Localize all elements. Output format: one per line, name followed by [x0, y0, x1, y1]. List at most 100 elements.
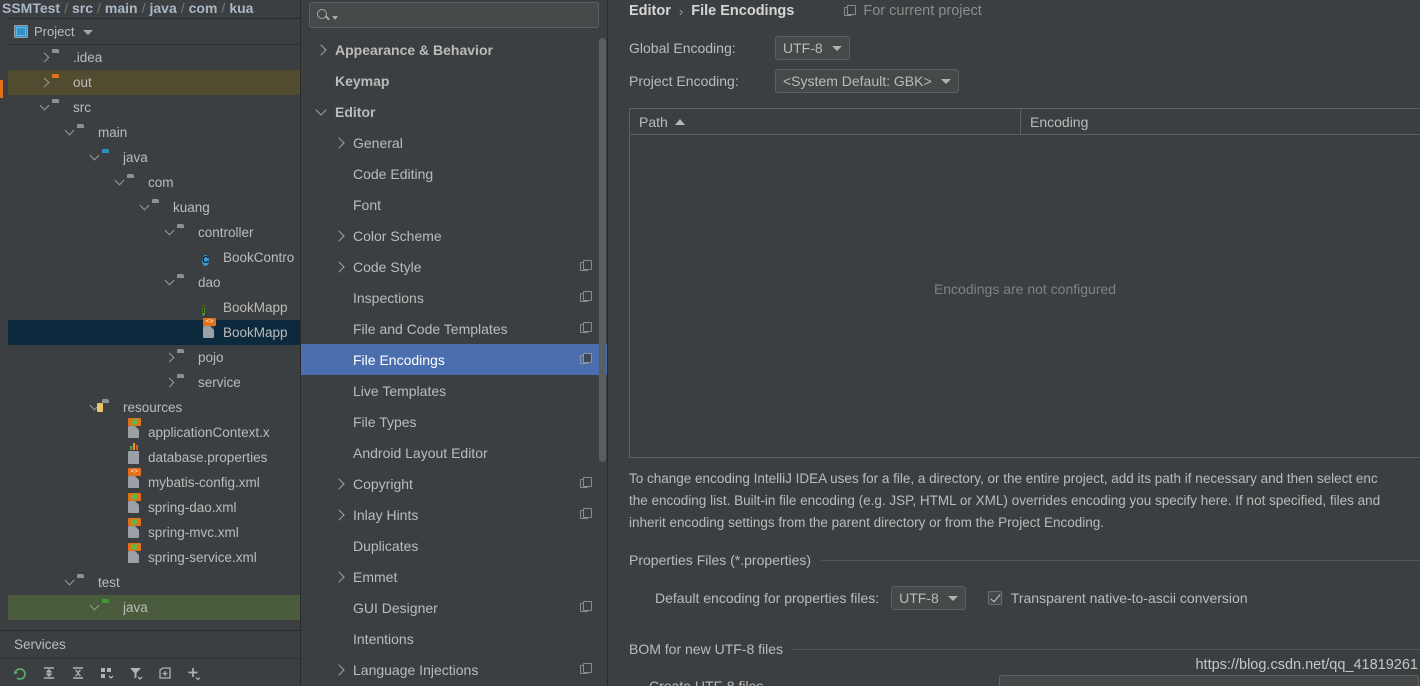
chevron-down-icon[interactable] — [332, 15, 338, 20]
settings-nav-item-live-templates[interactable]: Live Templates — [301, 375, 607, 406]
expand-all-icon[interactable] — [41, 665, 57, 681]
chevron-down-icon[interactable] — [83, 30, 94, 35]
chevron-right-icon[interactable] — [164, 351, 177, 364]
tree-row[interactable]: controller — [0, 220, 300, 245]
chevron-down-icon[interactable] — [164, 276, 177, 289]
tree-row[interactable]: spring-dao.xml — [0, 492, 300, 520]
settings-nav-item-duplicates[interactable]: Duplicates — [301, 530, 607, 561]
chevron-down-icon[interactable] — [139, 201, 152, 214]
breadcrumb-item[interactable]: src — [72, 0, 93, 16]
settings-nav-item-keymap[interactable]: Keymap — [301, 65, 607, 96]
tree-row[interactable]: out — [0, 70, 300, 95]
tree-row[interactable]: database.properties — [0, 442, 300, 470]
tree-row[interactable]: com — [0, 170, 300, 195]
chevron-right-icon[interactable] — [331, 136, 353, 150]
chevron-right-icon[interactable] — [331, 260, 353, 274]
chevron-down-icon[interactable] — [39, 101, 52, 114]
breadcrumb-item[interactable]: main — [105, 0, 138, 16]
default-properties-encoding-combo[interactable]: UTF-8 — [891, 586, 966, 610]
settings-nav-item-inlay-hints[interactable]: Inlay Hints — [301, 499, 607, 530]
breadcrumb-item[interactable]: java — [149, 0, 176, 16]
settings-nav-item-file-encodings[interactable]: File Encodings — [301, 344, 607, 375]
chevron-right-icon[interactable] — [331, 570, 353, 584]
tree-row[interactable]: kuang — [0, 195, 300, 220]
tree-row[interactable]: <> mybatis-config.xml — [0, 467, 300, 495]
chevron-right-icon[interactable] — [331, 477, 353, 491]
tree-row[interactable]: resources — [0, 395, 300, 420]
chevron-right-icon[interactable] — [331, 229, 353, 243]
project-icon — [14, 25, 28, 38]
settings-nav-list[interactable]: Appearance & Behavior Keymap Editor General… — [301, 34, 607, 686]
tree-row[interactable]: spring-service.xml — [0, 542, 300, 570]
chevron-down-icon[interactable] — [89, 601, 102, 614]
chevron-down-icon[interactable] — [114, 176, 127, 189]
breadcrumb-item[interactable]: SSMTest — [2, 0, 60, 16]
settings-nav-item-copyright[interactable]: Copyright — [301, 468, 607, 499]
chevron-right-icon[interactable] — [164, 376, 177, 389]
settings-nav-item-appearance-behavior[interactable]: Appearance & Behavior — [301, 34, 607, 65]
settings-nav-item-file-and-code-templates[interactable]: File and Code Templates — [301, 313, 607, 344]
chevron-right-icon[interactable] — [313, 43, 335, 57]
nav-scrollbar[interactable] — [599, 38, 606, 462]
chevron-down-icon[interactable] — [64, 126, 77, 139]
tree-row[interactable]: dao — [0, 270, 300, 295]
add-icon[interactable] — [186, 665, 202, 681]
settings-nav-item-android-layout-editor[interactable]: Android Layout Editor — [301, 437, 607, 468]
settings-nav-item-inspections[interactable]: Inspections — [301, 282, 607, 313]
bom-group: BOM for new UTF-8 files — [609, 641, 1420, 657]
tree-row[interactable]: I BookMapp — [0, 295, 300, 320]
tree-row[interactable]: pojo — [0, 345, 300, 370]
global-encoding-combo[interactable]: UTF-8 — [775, 36, 850, 60]
tree-row[interactable]: test — [0, 570, 300, 595]
settings-nav-item-color-scheme[interactable]: Color Scheme — [301, 220, 607, 251]
column-header-encoding[interactable]: Encoding — [1021, 109, 1088, 134]
chevron-right-icon[interactable] — [331, 663, 353, 677]
tree-row[interactable]: C BookContro — [0, 245, 300, 270]
chevron-right-icon[interactable] — [39, 51, 52, 64]
chevron-down-icon[interactable] — [313, 105, 335, 119]
services-title[interactable]: Services — [0, 631, 300, 658]
breadcrumb-parent[interactable]: Editor — [629, 3, 671, 20]
settings-nav-item-editor[interactable]: Editor — [301, 96, 607, 127]
tree-row[interactable]: main — [0, 120, 300, 145]
add-tab-icon[interactable] — [157, 665, 173, 681]
editor-breadcrumb[interactable]: SSMTest / src / main / java / com / kua — [0, 0, 300, 18]
chevron-right-icon[interactable] — [331, 508, 353, 522]
project-encoding-combo[interactable]: <System Default: GBK> — [775, 69, 959, 93]
chevron-down-icon[interactable] — [164, 226, 177, 239]
settings-nav-item-code-editing[interactable]: Code Editing — [301, 158, 607, 189]
transparent-native-to-ascii-checkbox[interactable] — [987, 591, 1002, 605]
breadcrumb-item[interactable]: kua — [229, 0, 253, 16]
chevron-down-icon[interactable] — [89, 151, 102, 164]
tree-row[interactable]: java — [0, 145, 300, 170]
tree-row[interactable]: java — [0, 595, 300, 620]
project-tool-window-header[interactable]: Project — [0, 19, 300, 45]
settings-nav-item-intentions[interactable]: Intentions — [301, 623, 607, 654]
settings-nav-item-language-injections[interactable]: Language Injections — [301, 654, 607, 685]
breadcrumb-item[interactable]: com — [189, 0, 218, 16]
chevron-down-icon[interactable] — [64, 576, 77, 589]
settings-nav-item-file-types[interactable]: File Types — [301, 406, 607, 437]
tree-row[interactable]: src — [0, 95, 300, 120]
tree-row[interactable]: .idea — [0, 45, 300, 70]
column-header-path[interactable]: Path — [630, 109, 1021, 134]
project-tree[interactable]: .idea out src main java com kuang controller C Bo… — [0, 45, 300, 631]
tree-row[interactable]: service — [0, 370, 300, 395]
tree-row[interactable]: applicationContext.x — [0, 417, 300, 445]
tree-row[interactable]: <> BookMapp — [0, 317, 300, 345]
group-by-icon[interactable] — [99, 665, 115, 681]
settings-nav-item-general[interactable]: General — [301, 127, 607, 158]
settings-search-box[interactable] — [309, 2, 599, 28]
settings-nav-item-gui-designer[interactable]: GUI Designer — [301, 592, 607, 623]
rerun-icon[interactable] — [12, 665, 28, 681]
settings-nav-item-emmet[interactable]: Emmet — [301, 561, 607, 592]
encodings-table-body[interactable]: Encodings are not configured — [630, 135, 1420, 457]
create-utf8-files-combo[interactable] — [999, 675, 1419, 686]
settings-nav-item-font[interactable]: Font — [301, 189, 607, 220]
search-input[interactable] — [343, 7, 591, 23]
collapse-all-icon[interactable] — [70, 665, 86, 681]
chevron-right-icon[interactable] — [39, 76, 52, 89]
filter-icon[interactable] — [128, 665, 144, 681]
tree-row[interactable]: spring-mvc.xml — [0, 517, 300, 545]
settings-nav-item-code-style[interactable]: Code Style — [301, 251, 607, 282]
